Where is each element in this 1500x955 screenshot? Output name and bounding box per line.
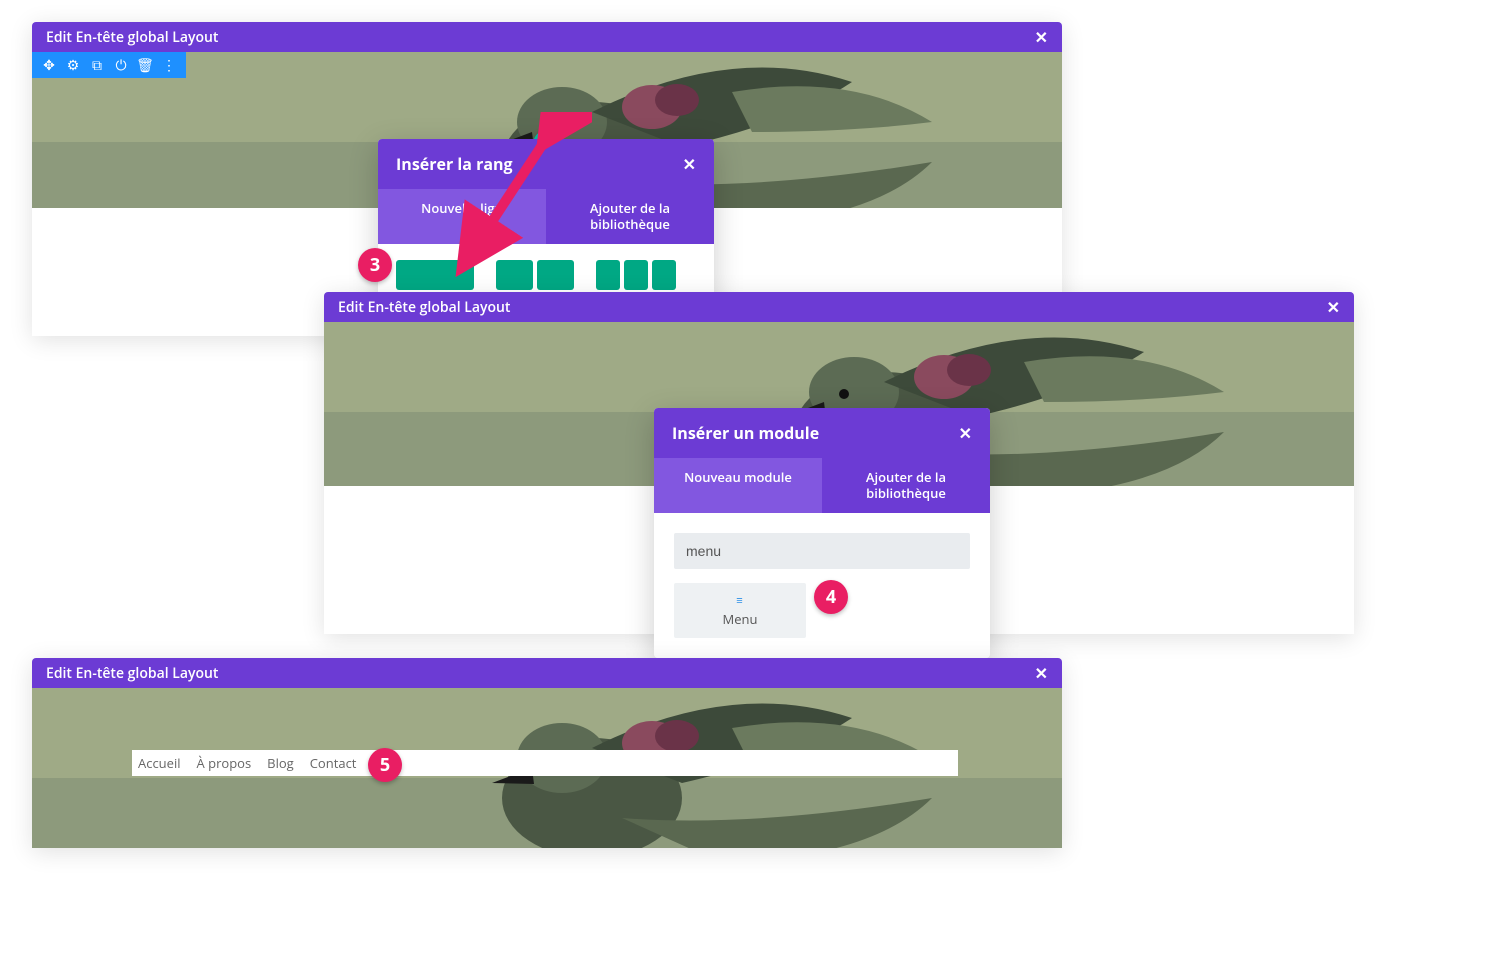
panel-title: Edit En-tête global Layout bbox=[46, 28, 218, 47]
insert-module-popup: Insérer un module ✕ Nouveau module Ajout… bbox=[654, 408, 990, 658]
nav-item-apropos[interactable]: À propos bbox=[197, 754, 252, 772]
tab-add-library[interactable]: Ajouter de la bibliothèque bbox=[822, 458, 990, 513]
module-label: Menu bbox=[682, 610, 798, 628]
nav-item-contact[interactable]: Contact bbox=[310, 754, 357, 772]
panel-step-5: Edit En-tête global Layout ✕ Accueil À p… bbox=[32, 658, 1062, 848]
close-icon[interactable]: ✕ bbox=[1327, 296, 1340, 318]
popup-header[interactable]: Insérer la rang ✕ bbox=[378, 139, 714, 189]
row-layout-options bbox=[396, 260, 696, 290]
move-icon[interactable]: ✥ bbox=[42, 58, 56, 72]
step-badge-5: 5 bbox=[368, 748, 402, 782]
close-icon[interactable]: ✕ bbox=[959, 422, 972, 444]
tab-new-module[interactable]: Nouveau module bbox=[654, 458, 822, 513]
popup-header[interactable]: Insérer un module ✕ bbox=[654, 408, 990, 458]
power-icon[interactable]: ⏻ bbox=[114, 58, 128, 72]
nav-menu: Accueil À propos Blog Contact bbox=[132, 750, 958, 776]
gear-icon[interactable]: ⚙ bbox=[66, 58, 80, 72]
popup-tabs: Nouveau module Ajouter de la bibliothèqu… bbox=[654, 458, 990, 513]
popup-title: Insérer un module bbox=[672, 422, 819, 444]
layout-2col[interactable] bbox=[496, 260, 574, 290]
module-option-menu[interactable]: ≡ Menu bbox=[674, 583, 806, 638]
panel-header[interactable]: Edit En-tête global Layout ✕ bbox=[32, 658, 1062, 688]
close-icon[interactable]: ✕ bbox=[1035, 26, 1048, 48]
nav-item-blog[interactable]: Blog bbox=[267, 754, 294, 772]
layout-3col[interactable] bbox=[596, 260, 676, 290]
insert-row-popup: Insérer la rang ✕ Nouvelle lign Ajouter … bbox=[378, 139, 714, 304]
panel-header[interactable]: Edit En-tête global Layout ✕ bbox=[32, 22, 1062, 52]
tab-new-row[interactable]: Nouvelle lign bbox=[378, 189, 546, 244]
step-badge-4: 4 bbox=[814, 580, 848, 614]
menu-icon: ≡ bbox=[682, 595, 798, 606]
panel-title: Edit En-tête global Layout bbox=[46, 664, 218, 683]
popup-tabs: Nouvelle lign Ajouter de la bibliothèque bbox=[378, 189, 714, 244]
section-toolbar[interactable]: ✥ ⚙ ⧉ ⏻ 🗑 ⋮ bbox=[32, 52, 186, 78]
layout-1col[interactable] bbox=[396, 260, 474, 290]
more-icon[interactable]: ⋮ bbox=[162, 58, 176, 72]
close-icon[interactable]: ✕ bbox=[683, 153, 696, 175]
step-badge-3: 3 bbox=[358, 248, 392, 282]
nav-item-accueil[interactable]: Accueil bbox=[138, 754, 181, 772]
close-icon[interactable]: ✕ bbox=[1035, 662, 1048, 684]
module-search-input[interactable] bbox=[674, 533, 970, 569]
hero-area: Accueil À propos Blog Contact bbox=[32, 688, 1062, 848]
panel-step-4: Edit En-tête global Layout ✕ Insérer un … bbox=[324, 292, 1354, 634]
panel-header[interactable]: Edit En-tête global Layout ✕ bbox=[324, 292, 1354, 322]
duplicate-icon[interactable]: ⧉ bbox=[90, 58, 104, 72]
panel-step-3: Edit En-tête global Layout ✕ ✥ ⚙ ⧉ ⏻ 🗑 ⋮… bbox=[32, 22, 1062, 336]
tab-add-library[interactable]: Ajouter de la bibliothèque bbox=[546, 189, 714, 244]
popup-title: Insérer la rang bbox=[396, 153, 513, 175]
panel-title: Edit En-tête global Layout bbox=[338, 298, 510, 317]
trash-icon[interactable]: 🗑 bbox=[138, 58, 152, 72]
